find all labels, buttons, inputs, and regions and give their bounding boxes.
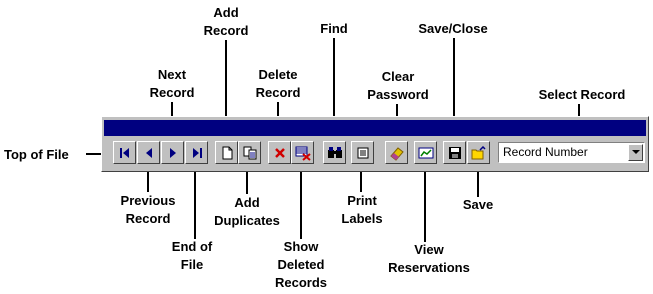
view-reservations-button[interactable] [414, 141, 437, 164]
next-record-button[interactable] [161, 141, 184, 164]
previous-record-icon [145, 147, 152, 158]
floppy-disk-icon [448, 146, 461, 159]
callout-line: Record [203, 23, 249, 38]
callout-previous-record: Previous Record [116, 192, 180, 228]
callout-line: View [414, 242, 444, 257]
eraser-icon [389, 146, 404, 161]
callout-line: Add [234, 195, 260, 210]
callout-top-of-file-text: Top of File [4, 147, 69, 162]
callout-line: Clear [381, 69, 415, 84]
next-record-icon [169, 147, 176, 158]
end-of-file-button[interactable] [185, 141, 208, 164]
callout-line: Save/Close [418, 21, 488, 36]
callout-line: Record [255, 85, 301, 100]
clear-password-button[interactable] [385, 141, 408, 164]
callout-line: Deleted [277, 257, 325, 272]
callout-line: Print [347, 193, 377, 208]
chart-icon [418, 147, 433, 158]
binoculars-icon [327, 146, 342, 158]
callout-line: Delete [258, 67, 298, 82]
print-labels-button[interactable] [351, 141, 374, 164]
leader-end-of-file [194, 163, 196, 239]
find-button[interactable] [323, 141, 346, 164]
callout-save-close: Save/Close [410, 20, 496, 38]
callout-find: Find [314, 20, 354, 38]
open-folder-icon [471, 145, 486, 159]
dropdown-arrow-button[interactable] [628, 144, 643, 161]
labels-icon [357, 147, 368, 158]
callout-line: Show [283, 239, 319, 254]
callout-line: Duplicates [214, 213, 280, 228]
callout-show-deleted-records: Show Deleted Records [266, 238, 336, 292]
callout-line: Password [367, 87, 429, 102]
callout-print-labels: Print Labels [334, 192, 390, 228]
callout-top-of-file: Top of File [4, 146, 69, 164]
leader-view-reservations [424, 163, 426, 242]
select-record-value: Record Number [503, 145, 588, 159]
deleted-list-icon [295, 146, 311, 161]
save-button[interactable] [467, 141, 490, 164]
callout-save: Save [456, 196, 500, 214]
save-close-button[interactable] [443, 141, 466, 164]
first-record-icon [119, 147, 129, 158]
callout-line: Add [213, 5, 239, 20]
select-record-dropdown[interactable]: Record Number [498, 142, 645, 163]
callout-line: Record [149, 85, 195, 100]
callout-line: Next [157, 67, 187, 82]
callout-line: Record [125, 211, 171, 226]
callout-line: Labels [341, 211, 383, 226]
callout-select-record: Select Record [528, 86, 636, 104]
red-x-icon [274, 147, 285, 158]
record-toolbar: Record Number [101, 116, 649, 172]
copy-document-icon [243, 146, 256, 159]
last-record-icon [192, 147, 202, 158]
callout-line: Find [320, 21, 348, 36]
callout-line: Previous [120, 193, 176, 208]
add-duplicates-button[interactable] [238, 141, 261, 164]
show-deleted-records-button[interactable] [291, 141, 314, 164]
leader-show-deleted-records [300, 163, 302, 239]
callout-next-record: Next Record [144, 66, 200, 102]
callout-add-record: Add Record [196, 4, 256, 40]
callout-line: Reservations [388, 260, 470, 275]
callout-line: Save [462, 197, 494, 212]
callout-add-duplicates: Add Duplicates [204, 194, 290, 230]
callout-line: End of [171, 239, 213, 254]
callout-line: Records [274, 275, 328, 290]
add-record-button[interactable] [215, 141, 238, 164]
previous-record-button[interactable] [137, 141, 160, 164]
top-of-file-button[interactable] [113, 141, 136, 164]
callout-clear-password: Clear Password [358, 68, 438, 104]
new-document-icon [222, 146, 232, 159]
callout-line: File [180, 257, 204, 272]
delete-record-button[interactable] [268, 141, 291, 164]
callout-view-reservations: View Reservations [382, 241, 476, 277]
callout-delete-record: Delete Record [248, 66, 308, 102]
callout-line: Select Record [538, 87, 626, 102]
chevron-down-icon [631, 150, 640, 154]
toolbar-titlebar [104, 120, 646, 136]
callout-end-of-file: End of File [164, 238, 220, 274]
